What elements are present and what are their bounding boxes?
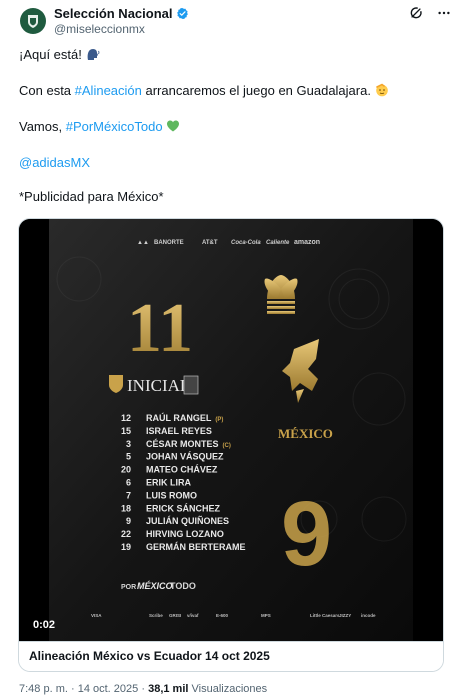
meta-separator: ·	[70, 683, 75, 695]
tweet-text: ¡Aquí está! Con esta #Alineación arranca…	[19, 46, 439, 222]
svg-text:POR: POR	[121, 584, 136, 591]
tweet-time[interactable]: 7:48 p. m.	[19, 683, 68, 695]
player-number: 9	[126, 516, 131, 526]
sponsor-cocacola: Coca-Cola	[231, 240, 261, 246]
svg-text:E-600: E-600	[216, 613, 229, 618]
meta-separator: ·	[141, 683, 146, 695]
grok-icon[interactable]	[409, 6, 423, 20]
lineup-graphic: ▲▲ BANORTE AT&T Coca-Cola Caliente amazo…	[19, 219, 443, 641]
card-title[interactable]: Alineación México vs Ecuador 14 oct 2025	[19, 641, 443, 671]
views-label: Visualizaciones	[191, 683, 268, 695]
player-number: 18	[121, 503, 131, 513]
tweet-line-3: Vamos, #PorMéxicoTodo	[19, 118, 439, 137]
tweet-date[interactable]: 14 oct. 2025	[78, 683, 139, 695]
player-number: 6	[126, 478, 131, 488]
federation-crest-icon	[28, 15, 38, 28]
sponsor-adidas-icon: ▲▲	[137, 240, 149, 246]
player-number: 3	[126, 439, 131, 449]
sponsor-amazon: amazon	[294, 239, 320, 246]
shirt-number: 9	[281, 483, 332, 585]
svg-text:incode: incode	[361, 613, 376, 618]
player-name: JOHAN VÁSQUEZ	[146, 452, 224, 462]
crest-text: MÉXICO	[278, 426, 333, 441]
svg-text:MÉXICO: MÉXICO	[137, 581, 173, 591]
svg-text:Scribe: Scribe	[149, 613, 163, 618]
player-number: 15	[121, 426, 131, 436]
tweet-line-2: Con esta #Alineación arrancaremos el jue…	[19, 82, 439, 101]
svg-text:JIZZY: JIZZY	[339, 613, 351, 618]
player-name: RAÚL RANGEL	[146, 412, 212, 423]
player-name: ISRAEL REYES	[146, 426, 212, 436]
adidas-trefoil-logo	[264, 275, 298, 314]
verified-badge-icon	[176, 7, 189, 20]
video-timestamp: 0:02	[33, 619, 56, 631]
player-name: HIRVING LOZANO	[146, 529, 224, 539]
hashtag-pormexicotodo-link[interactable]: #PorMéxicoTodo	[66, 119, 163, 134]
svg-text:TODO: TODO	[170, 581, 196, 591]
video-player[interactable]: ▲▲ BANORTE AT&T Coca-Cola Caliente amazo…	[19, 219, 443, 641]
player-name: ERICK SÁNCHEZ	[146, 503, 221, 513]
green-heart-emoji-icon	[166, 119, 180, 137]
tweet-header: Selección Nacional @miseleccionmx	[20, 4, 451, 40]
speaking-head-emoji-icon	[86, 47, 100, 65]
jersey-background	[49, 219, 413, 641]
svg-text:VISA: VISA	[91, 613, 102, 618]
sponsor-att: AT&T	[202, 240, 218, 246]
player-name: JULIÁN QUIÑONES	[146, 516, 229, 526]
tweet-line-5: *Publicidad para México*	[19, 189, 164, 204]
tweet-meta: 7:48 p. m. · 14 oct. 2025 · 38,1 mil Vis…	[19, 683, 267, 695]
tweet-line-1: ¡Aquí está!	[19, 46, 439, 65]
sponsor-banorte: BANORTE	[154, 240, 184, 246]
hashtag-alineacion-link[interactable]: #Alineación	[75, 83, 142, 98]
player-tag: (P)	[215, 417, 223, 423]
author-handle[interactable]: @miseleccionmx	[54, 22, 189, 36]
tweet-line-4: @adidasMX	[19, 154, 439, 171]
player-number: 12	[121, 413, 131, 423]
player-name: CÉSAR MONTES	[146, 439, 219, 449]
media-card[interactable]: ▲▲ BANORTE AT&T Coca-Cola Caliente amazo…	[18, 218, 444, 672]
saluting-face-emoji-icon	[375, 83, 389, 101]
player-tag: (C)	[223, 443, 231, 449]
svg-text:GRISI: GRISI	[169, 613, 181, 618]
lineup-title: INICIAL	[127, 376, 190, 395]
player-name: MATEO CHÁVEZ	[146, 465, 218, 475]
mention-adidasmx-link[interactable]: @adidasMX	[19, 155, 90, 170]
player-number: 19	[121, 542, 131, 552]
sponsor-caliente: Caliente	[266, 240, 290, 246]
ecuador-crest-icon	[183, 375, 199, 395]
svg-text:Little Caesars: Little Caesars	[310, 613, 340, 618]
views-count: 38,1 mil	[148, 683, 189, 695]
player-number: 7	[126, 490, 131, 500]
svg-text:v/ivaf: v/ivaf	[187, 613, 199, 618]
more-options-icon[interactable]	[437, 6, 451, 20]
player-number: 22	[121, 529, 131, 539]
svg-text:MPS: MPS	[261, 613, 271, 618]
player-name: LUIS ROMO	[146, 490, 197, 500]
lineup-number: 11	[127, 290, 193, 367]
avatar[interactable]	[20, 8, 46, 34]
player-number: 5	[126, 452, 131, 462]
player-number: 20	[121, 465, 131, 475]
author-name[interactable]: Selección Nacional	[54, 6, 173, 21]
player-name: GERMÁN BERTERAME	[146, 542, 246, 552]
player-name: ERIK LIRA	[146, 478, 192, 488]
